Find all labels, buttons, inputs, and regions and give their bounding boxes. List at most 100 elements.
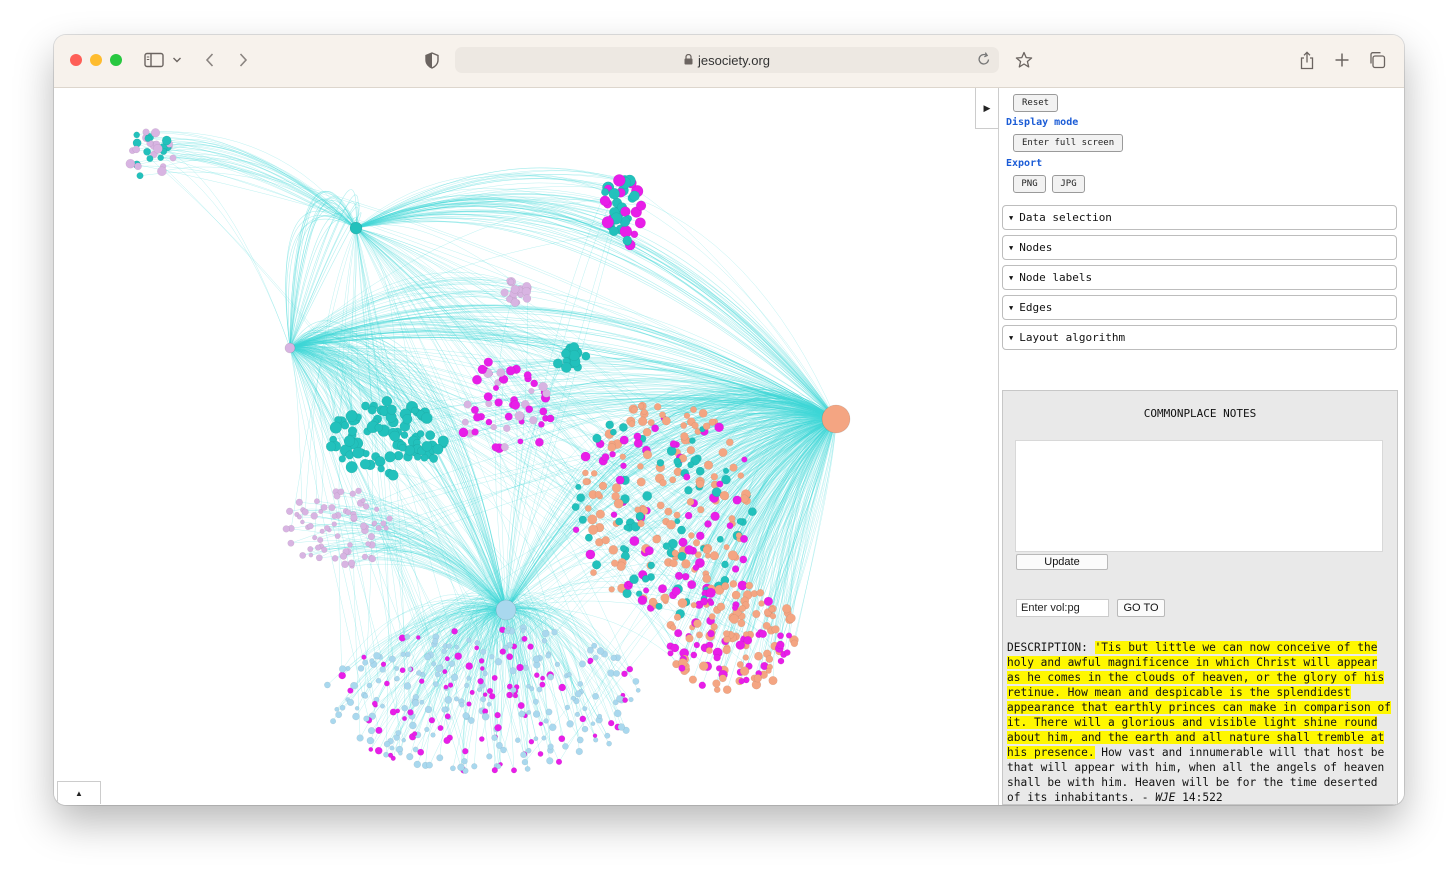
graph-node[interactable] xyxy=(320,503,328,511)
graph-node[interactable] xyxy=(541,638,548,644)
graph-node[interactable] xyxy=(434,671,441,678)
graph-node[interactable] xyxy=(412,731,418,737)
graph-node[interactable] xyxy=(286,507,294,515)
graph-node[interactable] xyxy=(680,432,689,441)
graph-node[interactable] xyxy=(287,539,295,547)
graph-node[interactable] xyxy=(753,674,763,683)
graph-node[interactable] xyxy=(359,458,371,470)
graph-node[interactable] xyxy=(486,687,494,695)
graph-node[interactable] xyxy=(681,572,690,581)
graph-node[interactable] xyxy=(619,225,633,238)
graph-node[interactable] xyxy=(704,520,712,528)
accordion-edges[interactable]: ▼ Edges xyxy=(1002,295,1397,320)
graph-node[interactable] xyxy=(432,681,439,687)
graph-node[interactable] xyxy=(737,619,746,628)
graph-node[interactable] xyxy=(514,410,525,421)
graph-node[interactable] xyxy=(723,630,730,637)
graph-node[interactable] xyxy=(576,736,584,744)
graph-node[interactable] xyxy=(494,658,503,666)
graph-node[interactable] xyxy=(453,696,460,702)
graph-node[interactable] xyxy=(642,450,653,460)
graph-node[interactable] xyxy=(387,469,399,481)
graph-node[interactable] xyxy=(633,432,642,441)
graph-node[interactable] xyxy=(692,539,701,547)
graph-node[interactable] xyxy=(756,588,765,597)
notes-textarea[interactable] xyxy=(1015,440,1383,552)
graph-node[interactable] xyxy=(727,550,738,561)
graph-node[interactable] xyxy=(319,528,325,534)
graph-node[interactable] xyxy=(702,574,712,584)
graph-node[interactable] xyxy=(723,544,730,551)
graph-node[interactable] xyxy=(784,649,791,656)
graph-node[interactable] xyxy=(511,767,518,774)
graph-node[interactable] xyxy=(673,511,681,519)
graph-node[interactable] xyxy=(620,462,627,470)
graph-node[interactable] xyxy=(709,551,720,561)
graph-node[interactable] xyxy=(576,493,586,503)
graph-node[interactable] xyxy=(680,422,688,429)
graph-node[interactable] xyxy=(698,681,706,689)
accordion-layout-algorithm[interactable]: ▼ Layout algorithm xyxy=(1002,325,1397,350)
graph-node[interactable] xyxy=(444,696,453,704)
graph-node[interactable] xyxy=(425,430,436,441)
graph-node[interactable] xyxy=(608,188,620,200)
graph-node[interactable] xyxy=(721,560,729,569)
graph-node[interactable] xyxy=(692,564,700,571)
graph-node[interactable] xyxy=(644,546,654,556)
fullscreen-button[interactable]: Enter full screen xyxy=(1013,134,1124,152)
graph-node[interactable] xyxy=(343,435,356,447)
graph-node[interactable] xyxy=(634,217,646,229)
graph-node[interactable] xyxy=(722,685,732,695)
graph-node[interactable] xyxy=(674,571,684,581)
graph-node[interactable] xyxy=(443,736,451,745)
network-graph-canvas[interactable]: ▶ ▲ xyxy=(54,88,999,805)
graph-node[interactable] xyxy=(688,532,695,539)
graph-node[interactable] xyxy=(404,633,411,640)
graph-node[interactable] xyxy=(681,559,691,569)
graph-node[interactable] xyxy=(424,653,432,661)
graph-node[interactable] xyxy=(555,758,563,765)
graph-node[interactable] xyxy=(406,753,414,761)
graph-node[interactable] xyxy=(299,551,307,559)
graph-node[interactable] xyxy=(528,387,535,395)
graph-node[interactable] xyxy=(745,581,754,590)
graph-node[interactable] xyxy=(590,721,596,727)
graph-node[interactable] xyxy=(444,713,451,720)
graph-node[interactable] xyxy=(500,746,507,754)
graph-node[interactable] xyxy=(578,515,587,524)
graph-node[interactable] xyxy=(457,763,465,771)
graph-node[interactable] xyxy=(418,678,425,685)
graph-node[interactable] xyxy=(628,696,634,703)
graph-node[interactable] xyxy=(547,743,554,750)
graph-node[interactable] xyxy=(509,667,517,675)
graph-node[interactable] xyxy=(451,628,458,635)
share-icon[interactable] xyxy=(1297,49,1317,71)
graph-node[interactable] xyxy=(718,448,728,458)
graph-node[interactable] xyxy=(591,560,602,570)
graph-node[interactable] xyxy=(536,686,543,693)
graph-node[interactable] xyxy=(685,634,694,643)
graph-node[interactable] xyxy=(380,703,386,709)
graph-node[interactable] xyxy=(374,506,380,512)
graph-node[interactable] xyxy=(375,677,382,684)
graph-node[interactable] xyxy=(538,721,544,727)
graph-node[interactable] xyxy=(543,718,549,724)
bookmark-star-icon[interactable] xyxy=(1013,49,1035,71)
graph-node[interactable] xyxy=(374,456,386,467)
graph-node[interactable] xyxy=(690,651,698,659)
graph-node[interactable] xyxy=(398,443,407,452)
hub-node-salmon[interactable] xyxy=(821,404,851,434)
graph-node[interactable] xyxy=(617,723,626,731)
graph-node[interactable] xyxy=(610,654,617,662)
graph-node[interactable] xyxy=(506,366,516,376)
graph-node[interactable] xyxy=(677,598,688,608)
graph-node[interactable] xyxy=(380,520,387,527)
graph-node[interactable] xyxy=(506,653,514,661)
graph-node[interactable] xyxy=(605,420,615,430)
graph-node[interactable] xyxy=(490,423,497,431)
graph-node[interactable] xyxy=(142,128,150,136)
graph-node[interactable] xyxy=(526,710,532,715)
graph-node[interactable] xyxy=(564,704,570,711)
graph-node[interactable] xyxy=(642,587,650,594)
graph-node[interactable] xyxy=(354,706,360,711)
